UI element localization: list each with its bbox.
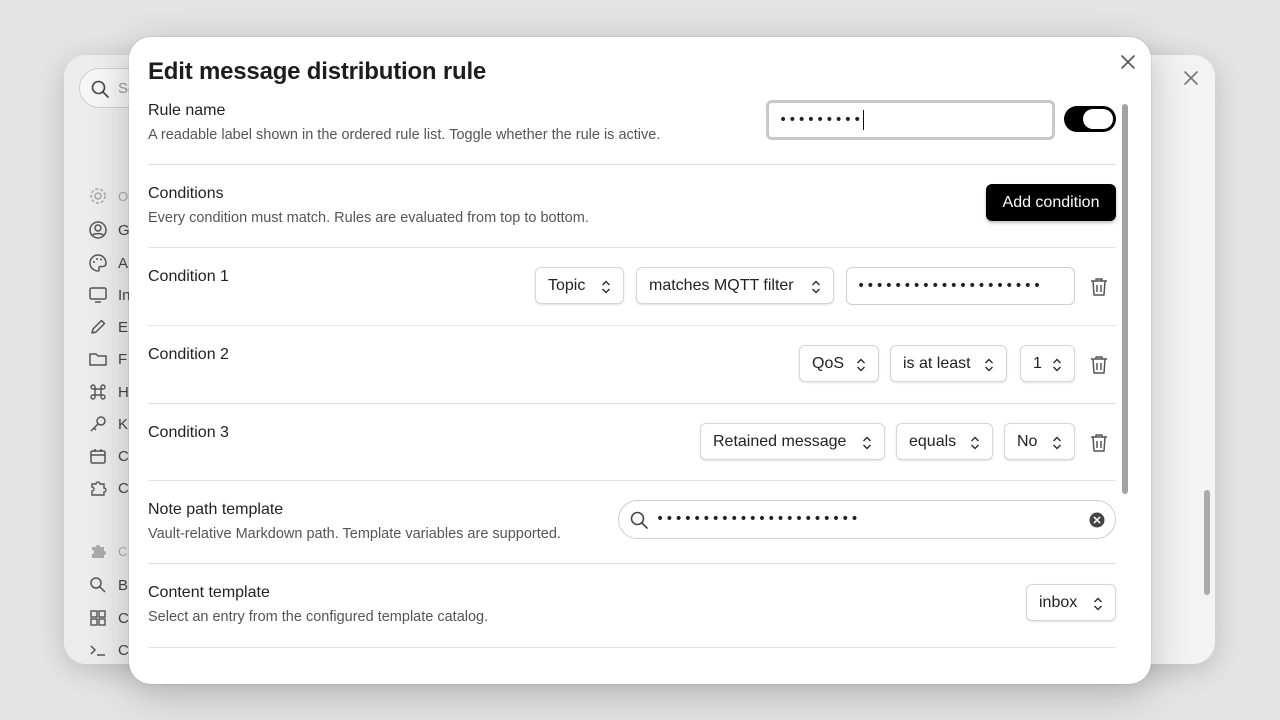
add-condition-button[interactable]: Add condition bbox=[986, 184, 1116, 221]
chevron-up-down-icon bbox=[601, 280, 611, 294]
sidebar-group-options: O bbox=[88, 184, 128, 208]
conditions-setting: Conditions Every condition must match. R… bbox=[148, 165, 1116, 248]
chevron-up-down-icon bbox=[862, 436, 872, 450]
rule-name-description: A readable label shown in the ordered ru… bbox=[148, 127, 661, 143]
note-path-input[interactable]: •••••••••••••••••••••• bbox=[618, 500, 1116, 539]
sidebar-item-general[interactable]: G bbox=[88, 218, 130, 242]
rule-name-input[interactable]: ••••••••• bbox=[766, 100, 1055, 140]
rule-enabled-toggle[interactable] bbox=[1064, 106, 1116, 132]
conditions-label: Conditions bbox=[148, 185, 224, 202]
conditions-description: Every condition must match. Rules are ev… bbox=[148, 210, 589, 226]
condition-field-select[interactable]: Retained message bbox=[700, 423, 885, 460]
condition-row-3: Condition 3 Retained message equals No bbox=[148, 404, 1116, 481]
plugin-icon bbox=[90, 577, 106, 593]
puzzle-icon bbox=[91, 481, 107, 496]
sidebar-item-editor[interactable]: E bbox=[88, 315, 128, 339]
trash-icon[interactable] bbox=[1088, 276, 1110, 298]
clear-icon[interactable] bbox=[1089, 512, 1105, 528]
content-template-select[interactable]: inbox bbox=[1026, 584, 1116, 621]
sidebar-item-appearance[interactable]: A bbox=[88, 251, 128, 275]
sidebar-item-plugin-terminal[interactable]: C bbox=[88, 638, 129, 662]
chevron-up-down-icon bbox=[1093, 597, 1103, 611]
background-scrollbar[interactable] bbox=[1204, 490, 1210, 595]
background-close-icon[interactable] bbox=[1180, 67, 1202, 89]
sidebar-item-plugin-b[interactable]: B bbox=[88, 573, 128, 597]
sidebar-item-calendar[interactable]: C bbox=[88, 444, 129, 468]
sidebar-group-plugins: C bbox=[88, 539, 127, 563]
pencil-icon bbox=[91, 319, 106, 334]
search-icon bbox=[91, 80, 109, 98]
condition-label: Condition 1 bbox=[148, 268, 229, 285]
calendar-icon bbox=[90, 449, 106, 464]
toggle-knob bbox=[1083, 109, 1113, 129]
key-icon bbox=[90, 416, 106, 432]
grid-icon bbox=[90, 610, 106, 626]
rule-name-label: Rule name bbox=[148, 102, 226, 119]
content-template-setting: Content template Select an entry from th… bbox=[148, 564, 1116, 648]
sidebar-item-keychain[interactable]: K bbox=[88, 412, 128, 436]
chevron-up-down-icon bbox=[970, 436, 980, 450]
note-path-description: Vault-relative Markdown path. Template v… bbox=[148, 526, 561, 542]
close-icon[interactable] bbox=[1117, 51, 1139, 73]
palette-icon bbox=[89, 254, 107, 272]
content-template-description: Select an entry from the configured temp… bbox=[148, 609, 489, 625]
rule-name-setting: Rule name A readable label shown in the … bbox=[148, 99, 1116, 165]
condition-field-select[interactable]: Topic bbox=[535, 267, 624, 304]
condition-label: Condition 3 bbox=[148, 424, 229, 441]
condition-operator-select[interactable]: equals bbox=[896, 423, 993, 460]
chevron-up-down-icon bbox=[984, 358, 994, 372]
user-circle-icon bbox=[89, 221, 107, 239]
condition-value-select[interactable]: No bbox=[1004, 423, 1075, 460]
condition-operator-select[interactable]: is at least bbox=[890, 345, 1007, 382]
search-icon bbox=[630, 511, 648, 529]
condition-row-1: Condition 1 Topic matches MQTT filter ••… bbox=[148, 248, 1116, 326]
condition-row-2: Condition 2 QoS is at least 1 bbox=[148, 326, 1116, 404]
gear-icon bbox=[90, 188, 106, 204]
content-template-label: Content template bbox=[148, 584, 270, 601]
trash-icon[interactable] bbox=[1088, 432, 1110, 454]
chevron-up-down-icon bbox=[811, 280, 821, 294]
puzzle-filled-icon bbox=[92, 545, 106, 558]
edit-rule-modal: Edit message distribution rule Rule name… bbox=[129, 37, 1151, 684]
chevron-up-down-icon bbox=[1052, 436, 1062, 450]
sidebar-item-community[interactable]: C bbox=[88, 476, 129, 500]
condition-value-input[interactable]: •••••••••••••••••••• bbox=[846, 267, 1075, 305]
modal-title: Edit message distribution rule bbox=[148, 58, 487, 85]
condition-label: Condition 2 bbox=[148, 346, 229, 363]
trash-icon[interactable] bbox=[1088, 354, 1110, 376]
monitor-icon bbox=[89, 287, 107, 303]
condition-operator-select[interactable]: matches MQTT filter bbox=[636, 267, 834, 304]
text-caret bbox=[863, 110, 865, 130]
condition-field-select[interactable]: QoS bbox=[799, 345, 879, 382]
modal-scrollbar[interactable] bbox=[1122, 104, 1128, 494]
sidebar-item-plugin-grid[interactable]: C bbox=[88, 606, 129, 630]
note-path-label: Note path template bbox=[148, 501, 284, 518]
sidebar-item-files[interactable]: F bbox=[88, 347, 127, 371]
note-path-setting: Note path template Vault-relative Markdo… bbox=[148, 481, 1116, 564]
sidebar-item-interface[interactable]: In bbox=[88, 283, 131, 307]
condition-value-select[interactable]: 1 bbox=[1020, 345, 1075, 382]
sidebar-item-hotkeys[interactable]: H bbox=[88, 380, 129, 404]
chevron-up-down-icon bbox=[1052, 358, 1062, 372]
chevron-up-down-icon bbox=[856, 358, 866, 372]
terminal-icon bbox=[90, 645, 105, 656]
command-icon bbox=[90, 384, 106, 400]
folder-icon bbox=[89, 353, 107, 366]
